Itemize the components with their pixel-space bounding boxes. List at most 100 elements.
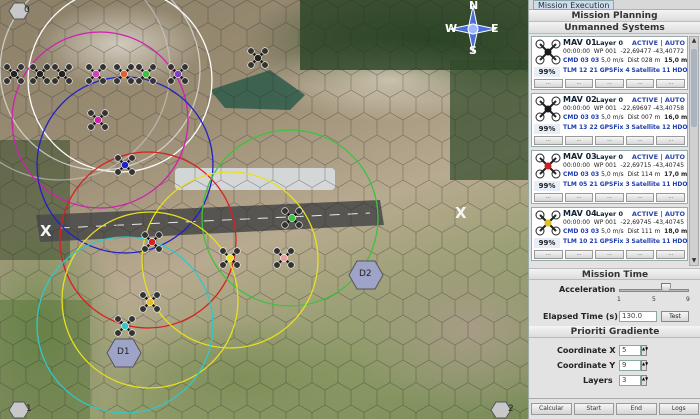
unit-action-button[interactable]: ... (534, 193, 563, 202)
unit-status: ACTIVE | AUTO (631, 39, 685, 47)
drone-marker[interactable] (273, 247, 295, 269)
slider-tick: 9 (686, 296, 690, 303)
unit-action-button[interactable]: ... (534, 250, 563, 259)
compass-s: S (469, 44, 477, 57)
scroll-down-icon[interactable]: ▼ (690, 257, 698, 265)
slider-tick: 1 (617, 296, 621, 303)
drone-marker[interactable] (87, 109, 109, 131)
drone-marker[interactable] (114, 315, 136, 337)
unit-row-3: TLM 10 21 GPSFix 3 Satellite 11 HDOP 1 (563, 238, 688, 245)
target-d1[interactable]: D1 (106, 338, 142, 368)
bottom-button-bar: Calcular Start End Logs (529, 398, 700, 419)
unit-name: MAV 04 (563, 209, 597, 218)
target-label: D2 (359, 269, 372, 279)
unit-list-scrollbar[interactable]: ▲ ▼ (689, 36, 699, 266)
unit-button-row: ............... (534, 136, 685, 145)
unit-action-button[interactable]: ... (625, 250, 655, 259)
drone-marker[interactable] (135, 63, 157, 85)
coordinate-y-spinner[interactable]: ▲▼ (641, 360, 648, 371)
unit-action-button[interactable]: ... (595, 136, 624, 145)
unit-action-button[interactable]: ... (534, 136, 563, 145)
layers-field[interactable]: 3 (619, 375, 641, 386)
drone-marker[interactable] (219, 247, 241, 269)
unit-cmd: CMD 03 03 (563, 114, 600, 121)
unit-card[interactable]: 99% MAV 03 Layer 0 ACTIVE | AUTO 00:00:00 WP… (531, 150, 688, 204)
scroll-thumb[interactable] (691, 49, 697, 127)
drone-marker[interactable] (51, 63, 73, 85)
unit-dist: Dist 028 m (627, 57, 661, 64)
unit-action-button[interactable]: ... (564, 136, 594, 145)
unit-action-button[interactable]: ... (625, 136, 655, 145)
runway-end-right: X (455, 204, 467, 222)
unit-lat: -22,69715 (620, 162, 652, 169)
unit-cmd: CMD 03 03 (563, 228, 600, 235)
unit-hdop: HDOP 1 (672, 181, 688, 188)
drone-marker[interactable] (281, 207, 303, 229)
unit-action-button[interactable]: ... (656, 79, 685, 88)
unit-name: MAV 03 (563, 152, 597, 161)
test-button[interactable]: Test (661, 311, 689, 322)
drone-marker[interactable] (114, 154, 136, 176)
layers-spinner[interactable]: ▲▼ (641, 375, 648, 386)
start-button[interactable]: Start (573, 403, 614, 415)
unit-card[interactable]: 99% MAV 02 Layer 0 ACTIVE | AUTO 00:00:00 WP… (531, 93, 688, 147)
unit-action-button[interactable]: ... (656, 136, 685, 145)
unit-layer: Layer 0 (596, 39, 623, 47)
runway-end-left: X (40, 222, 52, 240)
unit-action-button[interactable]: ... (625, 193, 655, 202)
drone-marker[interactable] (167, 63, 189, 85)
drone-marker[interactable] (139, 291, 161, 313)
unit-sat: Satellite 12 (631, 124, 671, 131)
acceleration-slider[interactable] (619, 289, 689, 292)
unit-alt: 15,0 m (664, 57, 688, 64)
unit-lat: -22,69477 (620, 48, 652, 55)
drone-marker[interactable] (29, 63, 51, 85)
unit-waypoint: WP 001 (593, 48, 617, 55)
coordinate-y-field[interactable]: 9 (619, 360, 641, 371)
unit-lon: -43,40745 (653, 162, 685, 169)
unit-time: 00:00:00 (563, 219, 590, 226)
unit-action-button[interactable]: ... (595, 250, 624, 259)
unit-time: 00:00:00 (563, 48, 590, 55)
target-d2[interactable]: D2 (348, 260, 384, 290)
calcular-button[interactable]: Calcular (531, 403, 572, 415)
elapsed-time-field[interactable]: 130.0 (619, 311, 657, 322)
battery-percent: 99% (534, 181, 560, 191)
unit-tlm: TLM 10 21 (563, 238, 598, 245)
end-button[interactable]: End (616, 403, 657, 415)
unit-card[interactable]: 99% MAV 04 Layer 0 ACTIVE | AUTO 00:00:00 WP… (531, 207, 688, 261)
unit-waypoint: WP 001 (593, 219, 617, 226)
mission-time-section: Mission Time Acceleration 1 5 9 Elapsed … (529, 268, 700, 328)
mission-map[interactable]: 0 1 2 N S E W X X D1 D2 (0, 0, 528, 419)
unit-speed: 5,0 m/s (601, 57, 624, 64)
unit-status: ACTIVE | AUTO (631, 153, 685, 161)
unit-action-button[interactable]: ... (564, 79, 594, 88)
unit-waypoint: WP 001 (593, 162, 617, 169)
unit-action-button[interactable]: ... (595, 79, 624, 88)
battery-percent: 99% (534, 238, 560, 248)
compass-e: E (491, 22, 499, 35)
drone-marker[interactable] (247, 47, 269, 69)
drone-marker[interactable] (85, 63, 107, 85)
unit-cmd: CMD 03 03 (563, 57, 600, 64)
scroll-up-icon[interactable]: ▲ (690, 37, 698, 45)
unit-action-button[interactable]: ... (564, 193, 594, 202)
unit-action-button[interactable]: ... (595, 193, 624, 202)
coordinate-x-spinner[interactable]: ▲▼ (641, 345, 648, 356)
logs-button[interactable]: Logs (658, 403, 699, 415)
unit-action-button[interactable]: ... (625, 79, 655, 88)
unit-name: MAV 02 (563, 95, 597, 104)
coordinate-x-field[interactable]: 5 (619, 345, 641, 356)
drone-marker[interactable] (141, 231, 163, 253)
unit-row-2: CMD 03 03 5,0 m/s Dist 028 m 15,0 m (563, 57, 687, 64)
unit-action-button[interactable]: ... (656, 250, 685, 259)
unit-waypoint: WP 001 (593, 105, 617, 112)
unit-card[interactable]: 99% MAV 01 Layer 0 ACTIVE | AUTO 00:00:00 WP… (531, 36, 688, 90)
unit-lon: -43,40772 (653, 48, 685, 55)
drone-marker[interactable] (3, 63, 25, 85)
unit-action-button[interactable]: ... (564, 250, 594, 259)
unit-action-button[interactable]: ... (656, 193, 685, 202)
unit-action-button[interactable]: ... (534, 79, 563, 88)
tab-mission-execution[interactable]: Mission Execution (533, 0, 615, 10)
drone-marker[interactable] (113, 63, 135, 85)
